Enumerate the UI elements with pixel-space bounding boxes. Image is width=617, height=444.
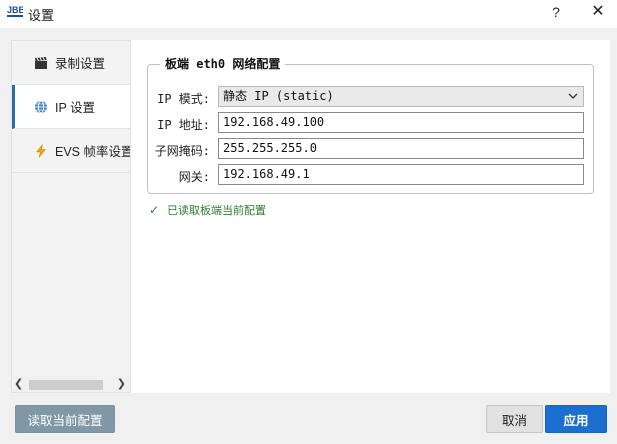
group-title: 板端 eth0 网络配置 [160, 55, 286, 72]
lightning-icon [35, 143, 47, 158]
svg-text:JBBX: JBBX [7, 5, 23, 15]
scrollbar-thumb[interactable] [29, 380, 103, 390]
settings-content-panel: 板端 eth0 网络配置 IP 模式: 静态 IP (static) IP 地址… [131, 40, 610, 393]
sidebar-item-label: EVS 帧率设置 [55, 145, 131, 159]
scroll-right-icon[interactable]: ❯ [117, 377, 126, 390]
sidebar-item-recording[interactable]: 录制设置 [12, 41, 130, 85]
chevron-down-icon [568, 93, 578, 99]
globe-icon [35, 100, 47, 113]
status-text: 已读取板端当前配置 [167, 205, 267, 217]
help-button[interactable]: ? [546, 2, 566, 22]
check-icon: ✓ [149, 203, 160, 217]
gateway-label: 网关: [178, 170, 210, 184]
sidebar-item-label: 录制设置 [55, 57, 106, 71]
ip-mode-select[interactable]: 静态 IP (static) [218, 86, 584, 107]
status-message: ✓ 已读取板端当前配置 [149, 202, 266, 218]
cancel-button[interactable]: 取消 [486, 405, 543, 433]
subnet-mask-label: 子网掩码: [154, 144, 210, 158]
read-current-config-button[interactable]: 读取当前配置 [15, 405, 115, 433]
sidebar-horizontal-scrollbar[interactable]: ❮ ❯ [12, 376, 130, 392]
close-button[interactable]: ✕ [588, 2, 608, 22]
ip-mode-label: IP 模式: [157, 92, 210, 106]
ip-address-input[interactable]: 192.168.49.100 [218, 112, 584, 133]
sidebar-item-ip[interactable]: IP 设置 [12, 85, 130, 129]
gateway-input[interactable]: 192.168.49.1 [218, 164, 584, 185]
sidebar-item-evs-fps[interactable]: EVS 帧率设置 [12, 129, 131, 173]
apply-button[interactable]: 应用 [545, 405, 607, 433]
window-title: 设置 [28, 8, 55, 23]
app-logo-icon: JBBX [7, 3, 23, 19]
ip-mode-value: 静态 IP (static) [223, 89, 334, 103]
scroll-left-icon[interactable]: ❮ [14, 377, 23, 390]
subnet-mask-input[interactable]: 255.255.255.0 [218, 138, 584, 159]
settings-sidebar: 录制设置 IP 设置 EVS 帧率设置 ❮ ❯ [11, 40, 131, 393]
clapperboard-icon [35, 56, 47, 69]
network-config-group: 板端 eth0 网络配置 IP 模式: 静态 IP (static) IP 地址… [147, 55, 594, 194]
ip-address-label: IP 地址: [157, 118, 210, 132]
sidebar-item-label: IP 设置 [55, 101, 96, 115]
title-bar: JBBX 设置 ? ✕ [0, 0, 617, 28]
